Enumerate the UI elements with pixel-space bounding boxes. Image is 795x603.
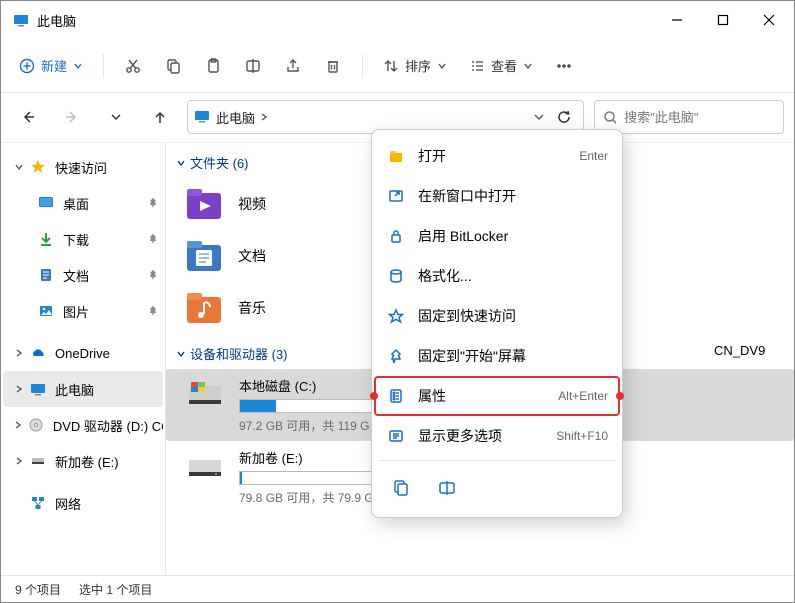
document-icon bbox=[37, 266, 55, 284]
network-icon bbox=[29, 494, 47, 512]
maximize-button[interactable] bbox=[700, 4, 746, 36]
share-button[interactable] bbox=[276, 47, 310, 85]
format-icon bbox=[386, 267, 406, 285]
ctx-pin-start[interactable]: 固定到"开始"屏幕 bbox=[374, 336, 620, 376]
sidebar-item-onedrive[interactable]: OneDrive bbox=[3, 335, 163, 371]
open-icon bbox=[386, 147, 406, 165]
new-label: 新建 bbox=[41, 56, 67, 75]
this-pc-icon bbox=[29, 380, 47, 398]
more-options-icon bbox=[386, 427, 406, 445]
ctx-pin-quick[interactable]: 固定到快速访问 bbox=[374, 296, 620, 336]
sidebar-item-desktop[interactable]: 桌面 bbox=[3, 185, 163, 221]
new-window-icon bbox=[386, 187, 406, 205]
videos-folder-icon bbox=[184, 185, 224, 223]
pin-icon bbox=[386, 347, 406, 365]
view-button[interactable]: 查看 bbox=[461, 47, 541, 85]
search-icon bbox=[603, 110, 616, 125]
sidebar-item-dvd[interactable]: DVD 驱动器 (D:) CC bbox=[3, 407, 163, 443]
dvd-partial-label: CN_DV9 bbox=[714, 343, 794, 358]
separator bbox=[378, 460, 616, 461]
minimize-button[interactable] bbox=[654, 4, 700, 36]
this-pc-icon bbox=[194, 108, 210, 127]
back-button[interactable] bbox=[11, 100, 45, 134]
sidebar-item-network[interactable]: 网络 bbox=[3, 485, 163, 521]
chevron-down-icon[interactable] bbox=[533, 111, 545, 123]
os-drive-icon bbox=[185, 376, 225, 414]
close-button[interactable] bbox=[746, 4, 792, 36]
ctx-new-window[interactable]: 在新窗口中打开 bbox=[374, 176, 620, 216]
sort-button[interactable]: 排序 bbox=[375, 47, 455, 85]
window-controls bbox=[654, 4, 792, 36]
copy-button[interactable] bbox=[156, 47, 190, 85]
disc-icon bbox=[28, 416, 45, 434]
ctx-more[interactable]: 显示更多选项 Shift+F10 bbox=[374, 416, 620, 456]
pin-icon bbox=[147, 197, 159, 209]
sidebar-item-pictures[interactable]: 图片 bbox=[3, 293, 163, 329]
view-label: 查看 bbox=[491, 56, 517, 75]
ctx-icon-bar bbox=[374, 465, 620, 511]
download-icon bbox=[37, 230, 55, 248]
drive-icon bbox=[29, 452, 47, 470]
breadcrumb: 此电脑 bbox=[216, 108, 527, 127]
music-folder-icon bbox=[184, 289, 224, 327]
cut-button[interactable] bbox=[116, 47, 150, 85]
refresh-button[interactable] bbox=[551, 104, 577, 130]
sidebar-item-documents[interactable]: 文档 bbox=[3, 257, 163, 293]
ctx-bitlocker[interactable]: 启用 BitLocker bbox=[374, 216, 620, 256]
separator bbox=[103, 54, 104, 78]
ctx-open[interactable]: 打开 Enter bbox=[374, 136, 620, 176]
ctx-copy-button[interactable] bbox=[384, 471, 418, 505]
sidebar-item-quick-access[interactable]: 快速访问 bbox=[3, 149, 163, 185]
star-icon bbox=[29, 158, 47, 176]
crumb-root[interactable]: 此电脑 bbox=[216, 108, 255, 127]
properties-icon bbox=[386, 387, 406, 405]
search-input[interactable] bbox=[624, 110, 775, 125]
sidebar-item-downloads[interactable]: 下载 bbox=[3, 221, 163, 257]
new-button[interactable]: 新建 bbox=[11, 47, 91, 85]
status-item-count: 9 个项目 bbox=[15, 581, 61, 598]
separator bbox=[362, 54, 363, 78]
pin-icon bbox=[147, 269, 159, 281]
window-title: 此电脑 bbox=[37, 11, 654, 30]
title-bar: 此电脑 bbox=[1, 1, 794, 39]
search-box[interactable] bbox=[594, 100, 784, 134]
drive-icon bbox=[185, 448, 225, 486]
this-pc-icon bbox=[13, 12, 29, 28]
recent-dropdown[interactable] bbox=[99, 100, 133, 134]
pin-icon bbox=[147, 305, 159, 317]
delete-button[interactable] bbox=[316, 47, 350, 85]
star-outline-icon bbox=[386, 307, 406, 325]
sidebar-item-newvol[interactable]: 新加卷 (E:) bbox=[3, 443, 163, 479]
desktop-icon bbox=[37, 194, 55, 212]
status-selected-count: 选中 1 个项目 bbox=[79, 581, 152, 598]
ctx-rename-button[interactable] bbox=[430, 471, 464, 505]
onedrive-icon bbox=[29, 344, 47, 362]
toolbar: 新建 排序 查看 bbox=[1, 39, 794, 93]
forward-button[interactable] bbox=[55, 100, 89, 134]
sort-label: 排序 bbox=[405, 56, 431, 75]
up-button[interactable] bbox=[143, 100, 177, 134]
lock-icon bbox=[386, 227, 406, 245]
pin-icon bbox=[147, 233, 159, 245]
more-button[interactable] bbox=[547, 47, 581, 85]
paste-button[interactable] bbox=[196, 47, 230, 85]
documents-folder-icon bbox=[184, 237, 224, 275]
status-bar: 9 个项目 选中 1 个项目 bbox=[1, 575, 794, 602]
picture-icon bbox=[37, 302, 55, 320]
ctx-format[interactable]: 格式化... bbox=[374, 256, 620, 296]
rename-button[interactable] bbox=[236, 47, 270, 85]
sidebar-item-this-pc[interactable]: 此电脑 bbox=[3, 371, 163, 407]
sidebar: 快速访问 桌面 下载 文档 图片 OneDrive bbox=[1, 143, 166, 574]
context-menu: 打开 Enter 在新窗口中打开 启用 BitLocker 格式化... 固定到… bbox=[371, 129, 623, 518]
ctx-properties[interactable]: 属性 Alt+Enter bbox=[374, 376, 620, 416]
